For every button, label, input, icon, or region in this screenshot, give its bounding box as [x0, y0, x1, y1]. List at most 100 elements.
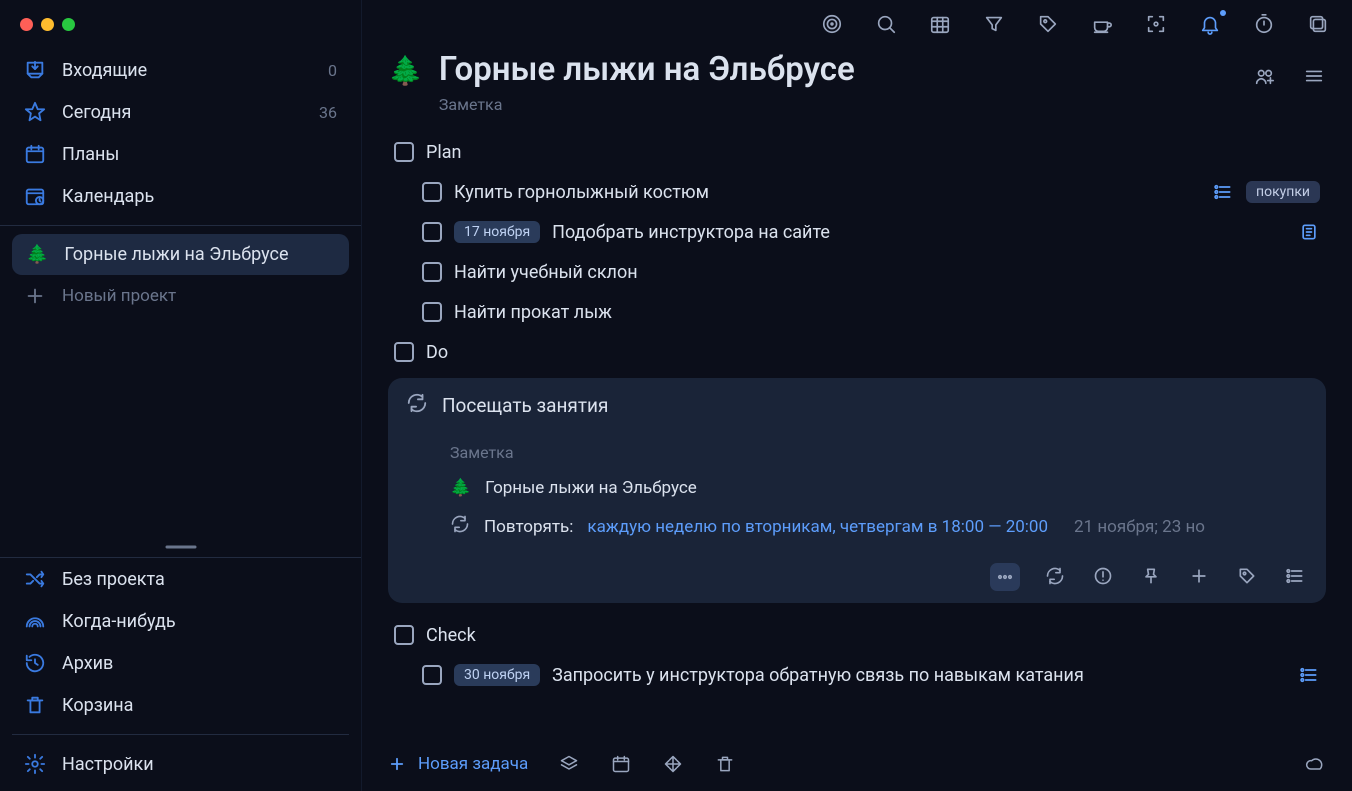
trash-icon [24, 694, 46, 716]
pine-tree-icon: 🌲 [450, 478, 471, 498]
cloud-sync-icon[interactable] [1304, 753, 1326, 775]
sidebar-item-label: Входящие [62, 60, 147, 81]
task-date-badge[interactable]: 17 ноября [454, 221, 540, 243]
priority-icon[interactable] [1090, 563, 1116, 589]
project-emoji-icon: 🌲 [388, 54, 423, 87]
sidebar-item-count: 0 [328, 61, 337, 80]
move-icon[interactable] [662, 753, 684, 775]
group-title: Do [426, 342, 448, 363]
minimize-window-button[interactable] [41, 18, 54, 31]
search-icon[interactable] [874, 12, 898, 36]
task-row[interactable]: 30 ноября Запросить у инструктора обратн… [388, 655, 1326, 695]
sidebar-item-archive[interactable]: Архив [12, 642, 349, 684]
maximize-window-button[interactable] [62, 18, 75, 31]
pine-tree-icon: 🌲 [26, 244, 48, 265]
new-project-button[interactable]: Новый проект [12, 275, 349, 317]
task-card-toolbar [406, 539, 1308, 591]
task-date-badge[interactable]: 30 ноября [454, 664, 540, 686]
task-row[interactable]: Купить горнолыжный костюм покупки [388, 172, 1326, 212]
repeat-value[interactable]: каждую неделю по вторникам, четвергам в … [587, 517, 1048, 537]
sidebar: Входящие 0 Сегодня 36 Планы Календарь 🌲 … [0, 0, 362, 791]
sidebar-item-calendar[interactable]: Календарь [12, 175, 349, 217]
plans-icon [24, 143, 46, 165]
sidebar-item-label: Настройки [62, 754, 154, 775]
page-header: 🌲 Горные лыжи на Эльбрусе Заметка [362, 40, 1352, 116]
sidebar-resize-handle[interactable] [0, 537, 361, 557]
task-title: Запросить у инструктора обратную связь п… [552, 665, 1084, 686]
add-task-button[interactable]: Новая задача [388, 754, 528, 774]
task-row[interactable]: Найти прокат лыж [388, 292, 1326, 332]
shuffle-icon [24, 568, 46, 590]
coffee-icon[interactable] [1090, 12, 1114, 36]
bell-icon[interactable] [1198, 12, 1222, 36]
group-title: Check [426, 625, 476, 646]
menu-icon[interactable] [1302, 64, 1326, 88]
sidebar-item-label: Архив [62, 653, 113, 674]
group-header-plan[interactable]: Plan [388, 132, 1326, 172]
close-window-button[interactable] [20, 18, 33, 31]
tag-icon[interactable] [1036, 12, 1060, 36]
task-title: Подобрать инструктора на сайте [552, 222, 830, 243]
repeat-icon [406, 392, 428, 419]
task-row[interactable]: Найти учебный склон [388, 252, 1326, 292]
subtasks-icon[interactable] [1298, 664, 1320, 686]
subtasks-icon[interactable] [1282, 563, 1308, 589]
checkbox[interactable] [422, 262, 442, 282]
checkbox[interactable] [394, 142, 414, 162]
plus-icon [24, 285, 46, 307]
group-header-do[interactable]: Do [388, 332, 1326, 372]
checkbox[interactable] [422, 222, 442, 242]
share-icon[interactable] [1252, 64, 1276, 88]
checkbox[interactable] [422, 302, 442, 322]
sidebar-item-settings[interactable]: Настройки [12, 743, 349, 785]
group-header-check[interactable]: Check [388, 615, 1326, 655]
sidebar-item-someday[interactable]: Когда-нибудь [12, 600, 349, 642]
task-note-placeholder[interactable]: Заметка [406, 419, 1308, 466]
note-icon[interactable] [1298, 221, 1320, 243]
windows-icon[interactable] [1306, 12, 1330, 36]
window-controls [0, 0, 361, 49]
sidebar-item-count: 36 [319, 103, 337, 122]
page-subtitle[interactable]: Заметка [439, 95, 1236, 114]
calendar-grid-icon[interactable] [928, 12, 952, 36]
sidebar-item-trash[interactable]: Корзина [12, 684, 349, 726]
subtasks-icon[interactable] [1212, 181, 1234, 203]
rainbow-icon [24, 610, 46, 632]
schedule-icon[interactable] [610, 753, 632, 775]
task-title: Найти учебный склон [454, 262, 638, 283]
checkbox[interactable] [394, 342, 414, 362]
plus-icon[interactable] [1186, 563, 1212, 589]
inbox-icon [24, 59, 46, 81]
layers-icon[interactable] [558, 753, 580, 775]
sidebar-item-label: Корзина [62, 695, 133, 716]
sidebar-item-label: Календарь [62, 186, 154, 207]
repeat-icon[interactable] [1042, 563, 1068, 589]
sidebar-item-no-project[interactable]: Без проекта [12, 558, 349, 600]
checkbox[interactable] [394, 625, 414, 645]
stopwatch-icon[interactable] [1252, 12, 1276, 36]
task-row[interactable]: 17 ноября Подобрать инструктора на сайте [388, 212, 1326, 252]
task-project-link[interactable]: 🌲 Горные лыжи на Эльбрусе [406, 466, 1308, 498]
sidebar-item-label: Горные лыжи на Эльбрусе [64, 244, 288, 265]
task-title: Купить горнолыжный костюм [454, 182, 709, 203]
task-title[interactable]: Посещать занятия [442, 394, 608, 417]
task-card-expanded[interactable]: Посещать занятия Заметка 🌲 Горные лыжи н… [388, 378, 1326, 603]
sidebar-project-item[interactable]: 🌲 Горные лыжи на Эльбрусе [12, 234, 349, 275]
sidebar-item-label: Планы [62, 144, 119, 165]
task-tag[interactable]: покупки [1246, 181, 1320, 203]
sidebar-item-today[interactable]: Сегодня 36 [12, 91, 349, 133]
focus-icon[interactable] [1144, 12, 1168, 36]
tag-icon[interactable] [1234, 563, 1260, 589]
more-icon[interactable] [990, 563, 1020, 591]
trash-icon[interactable] [714, 753, 736, 775]
repeat-icon [450, 514, 470, 539]
sidebar-item-label: Сегодня [62, 102, 131, 123]
pin-icon[interactable] [1138, 563, 1164, 589]
sidebar-item-inbox[interactable]: Входящие 0 [12, 49, 349, 91]
checkbox[interactable] [422, 665, 442, 685]
filter-icon[interactable] [982, 12, 1006, 36]
sidebar-item-plans[interactable]: Планы [12, 133, 349, 175]
target-icon[interactable] [820, 12, 844, 36]
checkbox[interactable] [422, 182, 442, 202]
content-area: Plan Купить горнолыжный костюм покупки 1… [362, 116, 1352, 741]
